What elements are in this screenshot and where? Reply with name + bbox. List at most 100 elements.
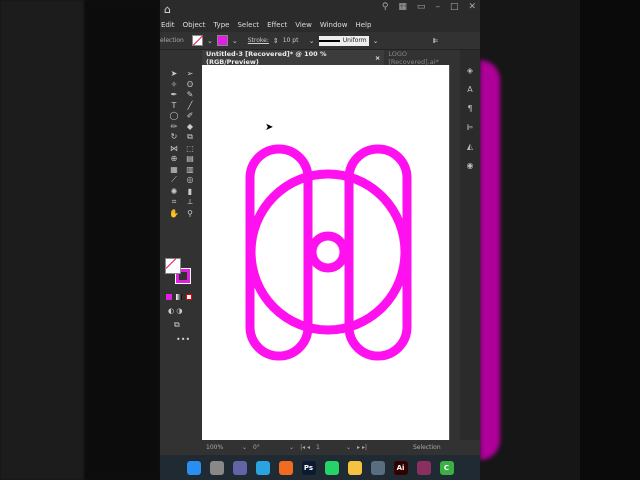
zoom-icon[interactable]: ⚲: [182, 209, 198, 218]
scale-icon[interactable]: ⧉: [182, 132, 198, 142]
none-mode-icon[interactable]: [186, 294, 192, 300]
artboard-nav-prev[interactable]: |◂ ◂: [300, 444, 310, 451]
logo-artwork[interactable]: [202, 65, 449, 440]
type-tool-icon[interactable]: T: [166, 101, 182, 110]
workspace-icon[interactable]: ▭: [417, 2, 426, 12]
pencil-icon[interactable]: ✏: [166, 122, 182, 131]
curvature-icon[interactable]: ✎: [182, 90, 198, 99]
fill-swatch[interactable]: [192, 35, 203, 46]
chevron-down-icon[interactable]: ⌄: [309, 37, 315, 45]
menu-select[interactable]: Select: [237, 21, 259, 29]
close-icon[interactable]: ✕: [468, 2, 476, 12]
winrar-icon[interactable]: [416, 460, 431, 475]
telegram-icon[interactable]: [255, 460, 270, 475]
color-mode-icon[interactable]: [166, 294, 172, 300]
perspective-icon[interactable]: ▤: [182, 154, 198, 163]
more-tools-icon[interactable]: •••: [176, 335, 190, 344]
pen-tool-icon[interactable]: ✒: [166, 90, 182, 99]
taskbar: Ps Ai C: [160, 455, 480, 480]
appearance-icon[interactable]: ◉: [467, 161, 474, 170]
variable-width-profile[interactable]: Uniform: [318, 35, 369, 46]
blend-icon[interactable]: ◎: [182, 175, 198, 185]
chevron-down-icon[interactable]: ⌄: [232, 37, 238, 45]
layers-icon[interactable]: ◈: [467, 66, 473, 75]
free-transform-icon[interactable]: ⬚: [182, 144, 198, 153]
artboard-icon[interactable]: ⌗: [166, 197, 182, 207]
home-icon[interactable]: ⌂: [164, 3, 171, 16]
document-tabs: Untitled-3 [Recovered]* @ 100 % (RGB/Pre…: [202, 50, 460, 66]
firefox-icon[interactable]: [278, 460, 293, 475]
menu-view[interactable]: View: [295, 21, 312, 29]
graph-icon[interactable]: ▮: [182, 187, 198, 196]
photoshop-icon[interactable]: Ps: [301, 460, 316, 475]
line-tool-icon[interactable]: ╱: [182, 101, 198, 110]
menu-edit[interactable]: Edit: [161, 21, 175, 29]
hand-icon[interactable]: ✋: [166, 209, 182, 218]
canvas[interactable]: [202, 65, 450, 440]
eyedropper-icon[interactable]: ⟋: [166, 175, 182, 185]
settings-icon[interactable]: [370, 460, 385, 475]
menu-object[interactable]: Object: [183, 21, 206, 29]
arrange-icon[interactable]: ▦: [398, 2, 407, 12]
toolbar: ➤ ➢ ✧ ʘ ✒ ✎ T ╱ ◯ ✐ ✏ ◆ ↻ ⧉ ⋈ ⬚ ⊕ ▤ ▦ ▥ ⟋ ◎ ✺ ▮ ⌗ ⟂ ✋…: [160, 65, 202, 440]
file-explorer-icon[interactable]: [347, 460, 362, 475]
eraser-icon[interactable]: ◆: [182, 122, 198, 131]
menu-effect[interactable]: Effect: [267, 21, 287, 29]
stroke-label[interactable]: Stroke:: [248, 37, 269, 44]
status-bar: 100% ⌄ 0° ⌄ |◂ ◂ 1 ⌄ ▸ ▸| Selection: [206, 444, 441, 451]
stroke-weight[interactable]: 10 pt: [283, 37, 305, 44]
brush-icon[interactable]: ✐: [182, 111, 198, 120]
shapes-icon[interactable]: ◭: [467, 142, 473, 151]
stroke-swatch[interactable]: [216, 35, 228, 46]
minimize-icon[interactable]: –: [435, 2, 440, 12]
align-panel-icon[interactable]: ⊫: [467, 123, 474, 132]
gradient-icon[interactable]: ▥: [182, 165, 198, 174]
menu-window[interactable]: Window: [320, 21, 348, 29]
teams-icon[interactable]: [232, 460, 247, 475]
chevron-down-icon[interactable]: ⌄: [373, 37, 379, 45]
stroke-stepper[interactable]: ⇕: [273, 37, 279, 45]
width-tool-icon[interactable]: ⋈: [166, 144, 182, 153]
mesh-icon[interactable]: ▦: [166, 165, 182, 174]
windows-start-icon[interactable]: [186, 460, 201, 475]
illustrator-icon[interactable]: Ai: [393, 460, 408, 475]
menu-type[interactable]: Type: [213, 21, 229, 29]
draw-mode-icon[interactable]: ◐ ◑: [168, 307, 182, 315]
screen-mode-icon[interactable]: ⧉: [174, 320, 180, 330]
menu-help[interactable]: Help: [355, 21, 371, 29]
rotate-icon[interactable]: ↻: [166, 132, 182, 142]
lasso-icon[interactable]: ʘ: [182, 80, 198, 89]
ellipse-tool-icon[interactable]: ◯: [166, 111, 182, 120]
camtasia-icon[interactable]: C: [439, 460, 454, 475]
selection-tool-icon[interactable]: ➤: [166, 69, 182, 78]
rotate-view[interactable]: 0°: [253, 444, 283, 451]
artboard-number[interactable]: 1: [316, 444, 340, 451]
artboard[interactable]: [202, 65, 449, 440]
maximize-icon[interactable]: □: [450, 2, 459, 12]
task-view-icon[interactable]: [209, 460, 224, 475]
chevron-down-icon[interactable]: ⌄: [207, 37, 213, 45]
magic-wand-icon[interactable]: ✧: [166, 80, 182, 89]
tab-untitled-3[interactable]: Untitled-3 [Recovered]* @ 100 % (RGB/Pre…: [202, 50, 385, 66]
blurred-background-right: [480, 0, 640, 480]
fill-stroke-swatches[interactable]: [165, 258, 193, 286]
mode-label: election: [160, 37, 184, 44]
search-icon[interactable]: ⚲: [382, 2, 389, 12]
artboard-nav-next[interactable]: ▸ ▸|: [357, 444, 367, 451]
zoom-level[interactable]: 100%: [206, 444, 236, 451]
title-bar: ⌂ ⚲ ▦ ▭ – □ ✕: [160, 0, 480, 18]
gradient-mode-icon[interactable]: [176, 294, 182, 300]
align-icon[interactable]: ⊫: [433, 37, 439, 45]
slice-icon[interactable]: ⟂: [182, 197, 198, 207]
close-tab-icon[interactable]: ×: [375, 54, 380, 62]
character-icon[interactable]: A: [467, 85, 472, 94]
right-panel-dock: ◈ A ¶ ⊫ ◭ ◉: [460, 50, 480, 440]
whatsapp-icon[interactable]: [324, 460, 339, 475]
shape-builder-icon[interactable]: ⊕: [166, 154, 182, 163]
mouse-cursor-icon: ➤: [265, 122, 274, 133]
blurred-background-left: [0, 0, 160, 480]
direct-selection-tool-icon[interactable]: ➢: [182, 69, 198, 78]
symbol-sprayer-icon[interactable]: ✺: [166, 187, 182, 196]
tab-logo[interactable]: LOGO [Recovered].ai*: [384, 50, 460, 66]
paragraph-icon[interactable]: ¶: [467, 104, 472, 113]
